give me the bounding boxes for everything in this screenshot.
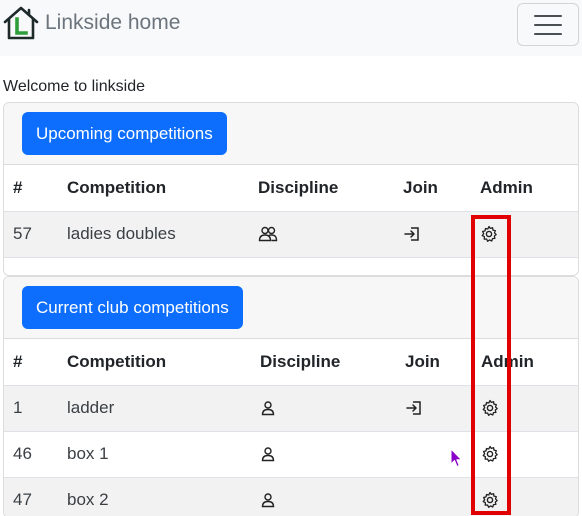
gear-icon[interactable] [480,225,578,243]
admin-cell [472,385,578,432]
competition-name: box 1 [58,431,251,478]
join-cell [396,477,472,516]
gear-icon[interactable] [481,445,578,463]
upcoming-competitions-table: # Competition Discipline Join Admin 57 l… [4,165,578,258]
card-header: Upcoming competitions [4,103,578,165]
hamburger-menu-icon [534,14,562,35]
column-header-admin: Admin [472,339,578,386]
discipline-cell [251,385,396,432]
discipline-cell [251,477,396,516]
column-header-competition: Competition [58,165,249,212]
join-cell [396,385,472,432]
competition-id: 1 [4,385,58,432]
brand-link[interactable]: Linkside home [3,6,180,40]
gear-icon[interactable] [481,399,578,417]
discipline-cell [249,211,394,258]
current-club-competitions-button[interactable]: Current club competitions [22,286,243,329]
admin-cell [472,477,578,516]
column-header-discipline: Discipline [249,165,394,212]
column-header-discipline: Discipline [251,339,396,386]
navbar-toggler-button[interactable] [517,3,579,46]
column-header-number: # [4,165,58,212]
discipline-cell [251,431,396,478]
table-row: 46 box 1 [4,431,578,478]
brand-text: Linkside home [45,11,181,34]
welcome-text: Welcome to linkside [3,78,145,95]
navbar: Linkside home [0,0,582,56]
competition-name: box 2 [58,477,251,516]
upcoming-competitions-card: Upcoming competitions # Competition Disc… [3,102,579,276]
upcoming-competitions-button[interactable]: Upcoming competitions [22,112,227,155]
competition-name: ladies doubles [58,211,249,258]
competition-name: ladder [58,385,251,432]
gear-icon[interactable] [481,491,578,509]
current-competitions-table: # Competition Discipline Join Admin 1 la… [4,339,578,516]
competition-id: 46 [4,431,58,478]
admin-cell [472,431,578,478]
column-header-competition: Competition [58,339,251,386]
card-header: Current club competitions [4,277,578,339]
people-icon [258,226,394,242]
person-icon [260,446,396,462]
person-icon [260,492,396,508]
column-header-number: # [4,339,58,386]
join-cell [394,211,471,258]
column-header-join: Join [396,339,472,386]
table-row: 57 ladies doubles [4,211,578,258]
house-icon [3,6,39,40]
person-icon [260,400,396,416]
sign-in-icon[interactable] [405,400,472,416]
column-header-join: Join [394,165,471,212]
competition-id: 57 [4,211,58,258]
table-row: 1 ladder [4,385,578,432]
competition-id: 47 [4,477,58,516]
table-row: 47 box 2 [4,477,578,516]
mouse-cursor-icon [450,448,464,473]
current-club-competitions-card: Current club competitions # Competition … [3,276,579,516]
sign-in-icon[interactable] [403,226,471,242]
admin-cell [471,211,578,258]
column-header-admin: Admin [471,165,578,212]
